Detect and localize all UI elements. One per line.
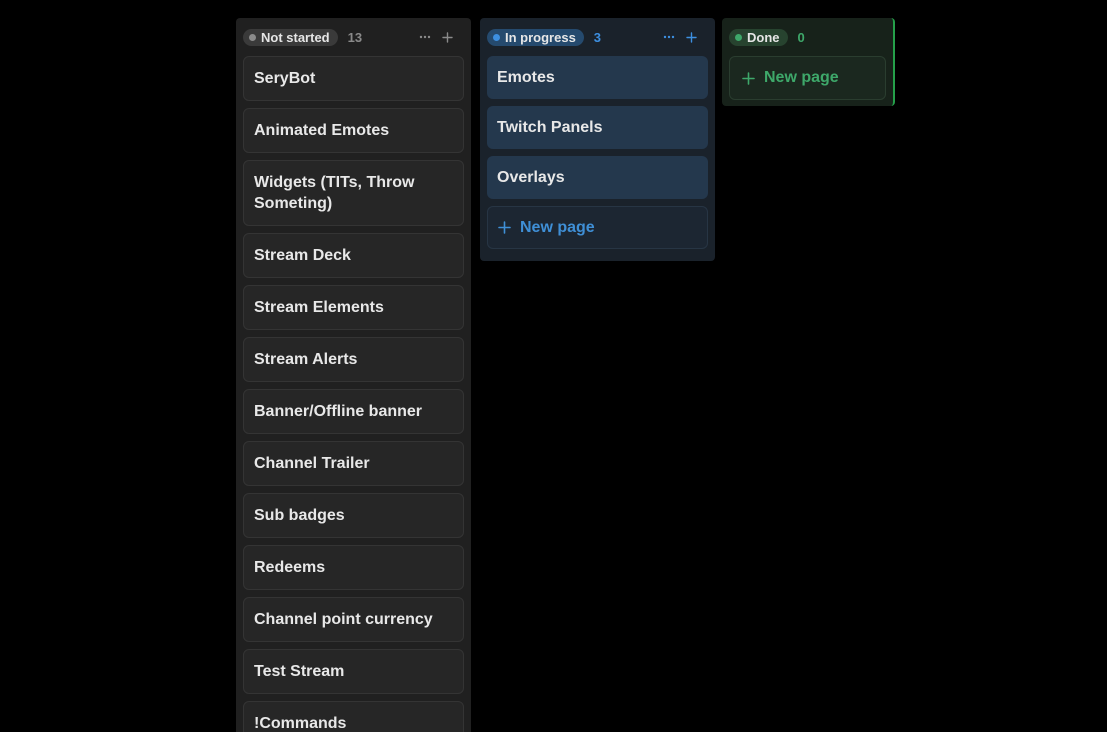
status-badge-not-started[interactable]: Not started	[243, 28, 338, 46]
kanban-board: Not started 13 SeryBot Animated Emotes W…	[0, 0, 1107, 732]
plus-icon[interactable]	[684, 29, 698, 45]
card[interactable]: Redeems	[243, 545, 464, 590]
new-page-button[interactable]: New page	[729, 56, 886, 100]
card[interactable]: Stream Alerts	[243, 337, 464, 382]
more-horizontal-icon[interactable]	[662, 29, 676, 45]
card[interactable]: Channel point currency	[243, 597, 464, 642]
status-dot	[249, 33, 256, 41]
card-count: 13	[347, 29, 363, 45]
card[interactable]: Widgets (TITs, Throw Someting)	[243, 160, 464, 226]
card-count: 3	[593, 29, 602, 45]
card[interactable]: Overlays	[487, 156, 708, 199]
card[interactable]: Channel Trailer	[243, 441, 464, 486]
column-in-progress: In progress 3 Emotes Twitch Panels Overl…	[480, 18, 715, 261]
status-label: In progress	[505, 29, 576, 45]
new-page-label: New page	[520, 218, 595, 236]
new-page-label: New page	[764, 69, 839, 86]
column-header: Not started 13	[243, 18, 464, 56]
plus-icon	[498, 221, 511, 234]
card[interactable]: SeryBot	[243, 56, 464, 101]
status-dot	[735, 33, 742, 41]
column-done: Done 0 New page	[722, 18, 895, 106]
column-header: Done 0	[729, 18, 886, 56]
card-list: SeryBot Animated Emotes Widgets (TITs, T…	[243, 56, 464, 732]
status-label: Not started	[261, 29, 330, 45]
card[interactable]: Stream Deck	[243, 233, 464, 278]
new-page-button[interactable]: New page	[487, 206, 708, 249]
card[interactable]: Twitch Panels	[487, 106, 708, 149]
status-dot	[493, 33, 500, 41]
card-list: Emotes Twitch Panels Overlays	[487, 56, 708, 199]
card[interactable]: Banner/Offline banner	[243, 389, 464, 434]
status-label: Done	[747, 29, 780, 45]
column-header: In progress 3	[487, 18, 708, 56]
card-count: 0	[797, 29, 805, 45]
card[interactable]: Sub badges	[243, 493, 464, 538]
column-not-started: Not started 13 SeryBot Animated Emotes W…	[236, 18, 471, 732]
card[interactable]: Animated Emotes	[243, 108, 464, 153]
plus-icon[interactable]	[440, 29, 454, 45]
status-badge-done[interactable]: Done	[729, 28, 788, 46]
card[interactable]: !Commands	[243, 701, 464, 732]
card[interactable]: Test Stream	[243, 649, 464, 694]
more-horizontal-icon[interactable]	[418, 29, 432, 45]
card[interactable]: Emotes	[487, 56, 708, 99]
plus-icon	[742, 71, 755, 85]
status-badge-in-progress[interactable]: In progress	[487, 28, 584, 46]
card[interactable]: Stream Elements	[243, 285, 464, 330]
